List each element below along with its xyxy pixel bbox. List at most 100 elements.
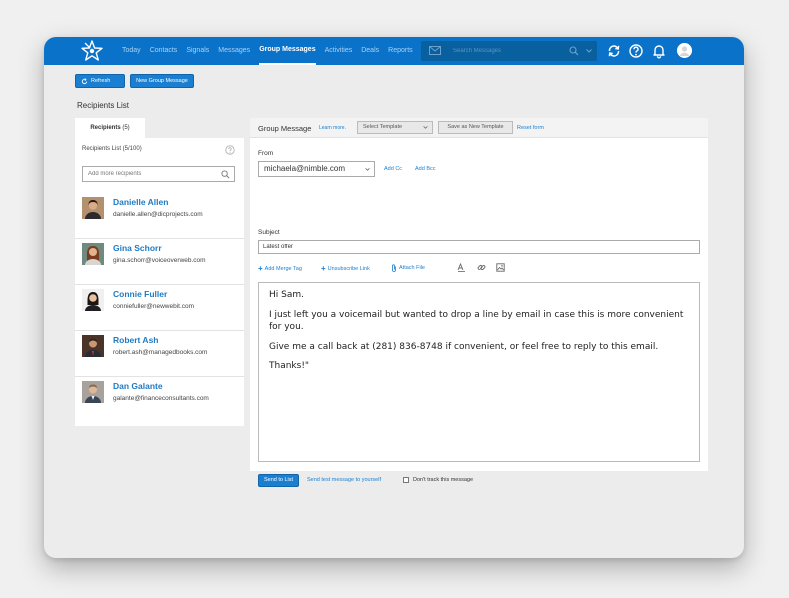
nav-messages[interactable]: Messages bbox=[218, 37, 250, 65]
tab-recipients-label: Recipients bbox=[90, 125, 121, 131]
divider bbox=[75, 330, 244, 331]
contact-avatar bbox=[82, 243, 104, 265]
subject-label: Subject bbox=[258, 229, 280, 236]
main-nav: Today Contacts Signals Messages Group Me… bbox=[122, 37, 422, 65]
contact-name: Gina Schorr bbox=[113, 243, 162, 253]
search-box bbox=[421, 41, 597, 61]
body-paragraph: Thanks!" bbox=[269, 361, 310, 371]
contact-avatar bbox=[82, 197, 104, 219]
attach-file-label: Attach File bbox=[399, 265, 425, 271]
link-icon[interactable] bbox=[477, 263, 486, 272]
body-paragraph: Hi Sam. bbox=[269, 290, 304, 300]
search-icon[interactable] bbox=[569, 46, 579, 56]
add-bcc-link[interactable]: Add Bcc bbox=[415, 166, 435, 172]
composer-header: Group Message Learn more. Select Templat… bbox=[250, 118, 708, 138]
top-nav-bar: Today Contacts Signals Messages Group Me… bbox=[44, 37, 744, 65]
attach-file-button[interactable]: Attach File bbox=[391, 264, 425, 272]
divider bbox=[75, 284, 244, 285]
learn-more-link[interactable]: Learn more. bbox=[319, 125, 346, 131]
contact-email: galante@financeconsultants.com bbox=[113, 395, 209, 402]
contact-avatar bbox=[82, 289, 104, 311]
add-recipients-field bbox=[82, 166, 235, 182]
paperclip-icon bbox=[392, 264, 396, 272]
from-label: From bbox=[258, 150, 274, 157]
help-icon[interactable] bbox=[628, 43, 644, 59]
nav-deals[interactable]: Deals bbox=[361, 37, 379, 65]
send-test-link[interactable]: Send test message to yourself bbox=[307, 477, 381, 483]
select-template-label: Select Template bbox=[363, 124, 403, 130]
app-window: Today Contacts Signals Messages Group Me… bbox=[44, 37, 744, 558]
bell-icon[interactable] bbox=[651, 43, 667, 59]
recipients-list-title: Recipients List bbox=[77, 101, 130, 110]
body-paragraph: Give me a call back at (281) 836-8748 if… bbox=[269, 341, 659, 352]
recipients-count: Recipients List (5/100) bbox=[82, 146, 142, 152]
plus-icon: + bbox=[321, 264, 326, 273]
text-format-icon[interactable] bbox=[457, 263, 466, 272]
add-cc-link[interactable]: Add Cc bbox=[384, 166, 402, 172]
body-paragraph: I just left you a voicemail but wanted t… bbox=[269, 309, 684, 333]
nav-activities[interactable]: Activities bbox=[325, 37, 353, 65]
chevron-down-icon bbox=[365, 168, 370, 171]
mail-icon[interactable] bbox=[429, 46, 441, 55]
tab-recipients[interactable]: Recipients (5) bbox=[75, 118, 145, 138]
select-template-dropdown[interactable]: Select Template bbox=[357, 121, 433, 134]
recipients-tab-bar: Recipients (5) bbox=[75, 118, 244, 138]
unsubscribe-link-button[interactable]: + Unsubscribe Link bbox=[321, 264, 370, 273]
contact-avatar bbox=[82, 335, 104, 357]
new-group-message-label: New Group Message bbox=[136, 78, 188, 84]
contact-item[interactable]: Gina Schorr gina.schorr@voiceoverweb.com bbox=[82, 243, 237, 283]
plus-icon: + bbox=[258, 264, 263, 273]
help-icon[interactable] bbox=[225, 145, 235, 155]
contact-name: Connie Fuller bbox=[113, 289, 168, 299]
refresh-icon bbox=[81, 77, 88, 84]
add-recipients-input[interactable] bbox=[88, 169, 216, 179]
contact-item[interactable]: Danielle Allen danielle.allen@dicproject… bbox=[82, 197, 237, 237]
subject-input[interactable] bbox=[258, 240, 700, 254]
contact-item[interactable]: Dan Galante galante@financeconsultants.c… bbox=[82, 381, 237, 421]
reset-form-link[interactable]: Reset form bbox=[517, 125, 544, 131]
dont-track-checkbox[interactable] bbox=[403, 477, 409, 483]
contact-item[interactable]: Connie Fuller conniefuller@newwebit.com bbox=[82, 289, 237, 329]
contact-name: Dan Galante bbox=[113, 381, 163, 391]
contact-email: danielle.allen@dicprojects.com bbox=[113, 211, 203, 218]
dont-track-label: Don't track this message bbox=[413, 477, 474, 483]
contact-item[interactable]: Robert Ash robert.ash@managedbooks.com bbox=[82, 335, 237, 375]
contact-avatar bbox=[82, 381, 104, 403]
chevron-down-icon bbox=[423, 126, 428, 129]
composer-panel: Group Message Learn more. Select Templat… bbox=[250, 118, 708, 471]
sync-icon[interactable] bbox=[606, 43, 622, 59]
nimble-logo-icon[interactable] bbox=[80, 40, 104, 62]
nav-contacts[interactable]: Contacts bbox=[150, 37, 178, 65]
user-avatar[interactable] bbox=[677, 43, 692, 58]
from-value: michaela@nimble.com bbox=[264, 164, 346, 173]
chevron-down-icon[interactable] bbox=[586, 49, 592, 53]
divider bbox=[75, 238, 244, 239]
search-icon[interactable] bbox=[221, 170, 230, 179]
refresh-label: Refresh bbox=[91, 78, 111, 84]
tab-recipients-count: (5) bbox=[122, 125, 130, 131]
recipients-panel: Recipients (5) Recipients List (5/100) D… bbox=[75, 118, 244, 426]
contact-name: Robert Ash bbox=[113, 335, 159, 345]
contact-email: robert.ash@managedbooks.com bbox=[113, 349, 208, 356]
composer-title: Group Message bbox=[258, 124, 312, 133]
search-input[interactable] bbox=[453, 44, 565, 58]
nav-group-messages[interactable]: Group Messages bbox=[259, 37, 316, 65]
nav-today[interactable]: Today bbox=[122, 37, 141, 65]
send-to-list-button[interactable]: Send to List bbox=[258, 474, 300, 487]
from-dropdown[interactable]: michaela@nimble.com bbox=[258, 161, 375, 177]
nav-reports[interactable]: Reports bbox=[388, 37, 413, 65]
message-body-editor[interactable]: Hi Sam. I just left you a voicemail but … bbox=[258, 282, 700, 462]
refresh-button[interactable]: Refresh bbox=[75, 74, 125, 88]
dont-track-option: Don't track this message bbox=[403, 477, 473, 483]
add-merge-tag-button[interactable]: + Add Merge Tag bbox=[258, 264, 302, 273]
contact-name: Danielle Allen bbox=[113, 197, 169, 207]
add-merge-tag-label: Add Merge Tag bbox=[264, 265, 302, 272]
nav-signals[interactable]: Signals bbox=[186, 37, 209, 65]
divider bbox=[75, 376, 244, 377]
save-as-template-button[interactable]: Save as New Template bbox=[438, 121, 513, 134]
new-group-message-button[interactable]: New Group Message bbox=[130, 74, 194, 88]
contact-email: conniefuller@newwebit.com bbox=[113, 303, 195, 310]
contact-email: gina.schorr@voiceoverweb.com bbox=[113, 257, 206, 264]
unsubscribe-link-label: Unsubscribe Link bbox=[327, 265, 370, 272]
image-icon[interactable] bbox=[496, 263, 505, 272]
